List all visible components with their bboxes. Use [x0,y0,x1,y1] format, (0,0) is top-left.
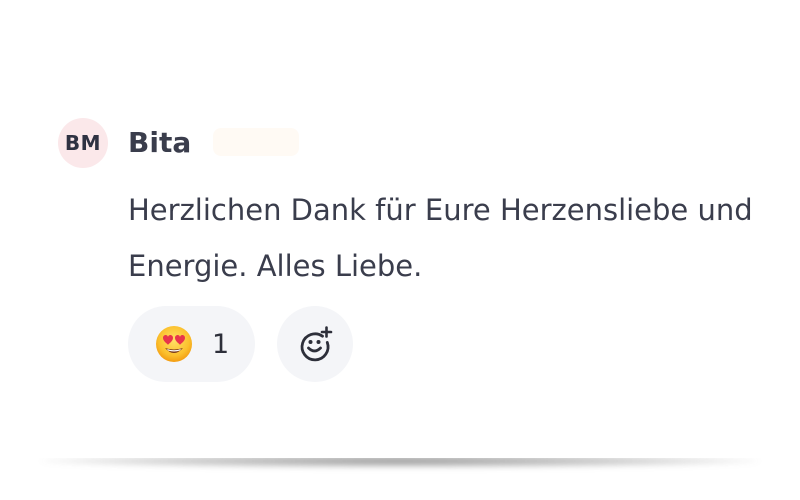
add-reaction-button[interactable] [277,306,354,382]
author-row: Bita [128,122,300,162]
avatar[interactable]: BM [58,118,108,168]
author-meta-placeholder [213,128,300,156]
page: BM Bita Herzlichen Dank für Eure Herzens… [0,0,800,500]
add-emoji-icon [300,326,333,362]
reactions-bar: 1 [128,306,354,382]
comment-text: Herzlichen Dank für Eure Herzensliebe un… [128,193,753,283]
reaction-heart-eyes-button[interactable]: 1 [128,306,256,382]
heart-eyes-emoji-icon [156,326,192,362]
reaction-count: 1 [212,328,230,360]
avatar-initials: BM [64,131,102,155]
author-name[interactable]: Bita [128,126,191,159]
